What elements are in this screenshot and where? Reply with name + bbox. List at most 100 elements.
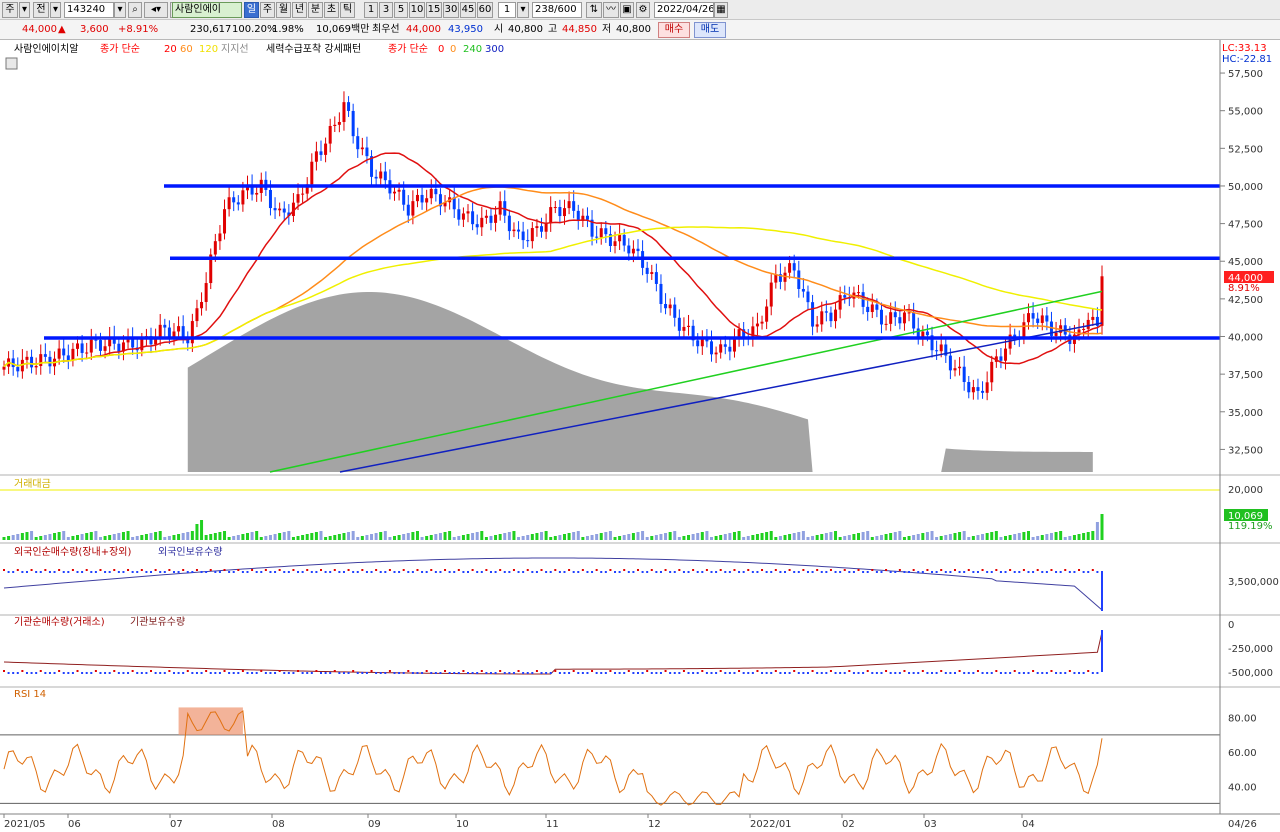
period-button[interactable]: 틱 xyxy=(340,2,355,18)
period-button[interactable]: 초 xyxy=(324,2,339,18)
foreign-bar xyxy=(241,571,244,573)
volume-bar xyxy=(48,534,52,540)
candle-body xyxy=(700,338,704,347)
interval-button[interactable]: 30 xyxy=(443,2,459,18)
candle-body xyxy=(397,189,401,192)
candle-body xyxy=(912,312,916,329)
calendar-icon[interactable]: ▦ xyxy=(714,2,728,18)
interval-button[interactable]: 15 xyxy=(426,2,442,18)
interval-button[interactable]: 5 xyxy=(394,2,408,18)
foreign-bar xyxy=(140,569,143,571)
period-button[interactable]: 년 xyxy=(292,2,307,18)
candle-body xyxy=(935,350,939,352)
volume-bar xyxy=(328,536,332,540)
foreign-bar xyxy=(682,571,685,573)
buy-button[interactable]: 매수 xyxy=(658,22,690,38)
foreign-bar xyxy=(154,569,157,571)
inst-bar xyxy=(641,672,644,674)
line-type-icon[interactable]: 〰 xyxy=(603,2,619,18)
history-arrow-icon[interactable]: ◂▾ xyxy=(144,2,168,18)
inst-bar xyxy=(411,672,414,674)
inst-bar xyxy=(85,672,88,674)
inst-bar xyxy=(421,672,424,674)
chevron-down-icon[interactable]: ▾ xyxy=(19,2,30,18)
save-icon[interactable]: ▣ xyxy=(620,2,634,18)
inst-bar xyxy=(94,670,97,672)
candle-type-icon[interactable]: ⇅ xyxy=(586,2,602,18)
stock-chart[interactable]: 57,500 55,000 52,500 50,000 47,500 45,000 42,5… xyxy=(0,40,1280,832)
foreign-bar xyxy=(260,571,263,573)
inst-bar xyxy=(499,670,502,672)
grid-icon[interactable] xyxy=(5,57,18,70)
volume-bar xyxy=(438,533,442,540)
stock-code-input[interactable]: 143240 xyxy=(64,2,114,18)
candle-body xyxy=(236,202,240,205)
volume-bar xyxy=(732,532,736,540)
inst-bar xyxy=(301,672,304,674)
interval-button[interactable]: 45 xyxy=(460,2,476,18)
inst-title: 기관순매수량(거래소) xyxy=(14,616,105,628)
chevron-down-icon[interactable]: ▾ xyxy=(50,2,61,18)
sell-button[interactable]: 매도 xyxy=(694,22,726,38)
candle-body xyxy=(622,234,626,246)
count-input[interactable]: 238/600 xyxy=(532,2,582,18)
inst-bar xyxy=(140,672,143,674)
foreign-bar xyxy=(191,571,194,573)
market-dropdown[interactable]: 주 xyxy=(2,2,18,18)
candle-body xyxy=(838,295,842,310)
period-button[interactable]: 주 xyxy=(260,2,275,18)
inst-bar xyxy=(361,672,364,674)
interval-button[interactable]: 1 xyxy=(364,2,378,18)
candle-body xyxy=(540,226,544,232)
period-button[interactable]: 일 xyxy=(244,2,259,18)
search-icon[interactable]: ⌕ xyxy=(128,2,142,18)
foreign-bar xyxy=(1101,571,1103,611)
candle-body xyxy=(195,308,199,322)
volume-bar xyxy=(801,531,805,540)
inst-bar xyxy=(967,672,970,674)
price-axis-label: 45,000 xyxy=(1228,257,1263,268)
inst-bar xyxy=(347,672,350,674)
inst-bar xyxy=(733,672,736,674)
stock-name-field[interactable]: 사람인에이 xyxy=(172,2,242,18)
candle-body xyxy=(811,302,815,327)
volume-bar xyxy=(521,536,525,540)
unit-input[interactable]: 1 xyxy=(498,2,516,18)
foreign-bar xyxy=(352,571,355,573)
foreign-bar xyxy=(402,569,405,571)
interval-button[interactable]: 3 xyxy=(379,2,393,18)
volume-bar xyxy=(434,534,438,540)
time-axis-label: 12 xyxy=(648,819,661,830)
volume-bar xyxy=(691,534,695,540)
volume-bar xyxy=(25,532,29,540)
volume-bar xyxy=(1036,536,1040,540)
candle-body xyxy=(411,201,415,216)
volume-bar xyxy=(572,532,576,540)
inst-bar xyxy=(223,670,226,672)
chevron-down-icon[interactable]: ▾ xyxy=(114,2,126,18)
inst-bar xyxy=(108,672,111,674)
interval-button[interactable]: 60 xyxy=(477,2,493,18)
foreign-bar xyxy=(1041,571,1044,573)
period-button[interactable]: 월 xyxy=(276,2,291,18)
foreign-bar xyxy=(1087,571,1090,573)
inst-bar xyxy=(1073,672,1076,674)
foreign-bar xyxy=(912,569,915,571)
foreign-bar xyxy=(894,571,897,573)
chevron-down-icon[interactable]: ▾ xyxy=(517,2,529,18)
volume-bar xyxy=(305,534,309,540)
volume-bar xyxy=(1077,534,1081,540)
gear-icon[interactable]: ⚙ xyxy=(636,2,650,18)
best-bid-label: 최우선 xyxy=(372,24,400,35)
candle-body xyxy=(517,229,521,232)
date-input[interactable]: 2022/04/26 xyxy=(654,2,714,18)
exchange-dropdown[interactable]: 전 xyxy=(33,2,49,18)
foreign-bar xyxy=(577,571,580,573)
interval-button[interactable]: 10 xyxy=(409,2,425,18)
candle-body xyxy=(801,288,805,292)
period-button[interactable]: 분 xyxy=(308,2,323,18)
foreign-bar xyxy=(99,569,102,571)
candle-body xyxy=(990,361,994,383)
foreign-bar xyxy=(434,571,437,573)
foreign-bar xyxy=(71,569,74,571)
